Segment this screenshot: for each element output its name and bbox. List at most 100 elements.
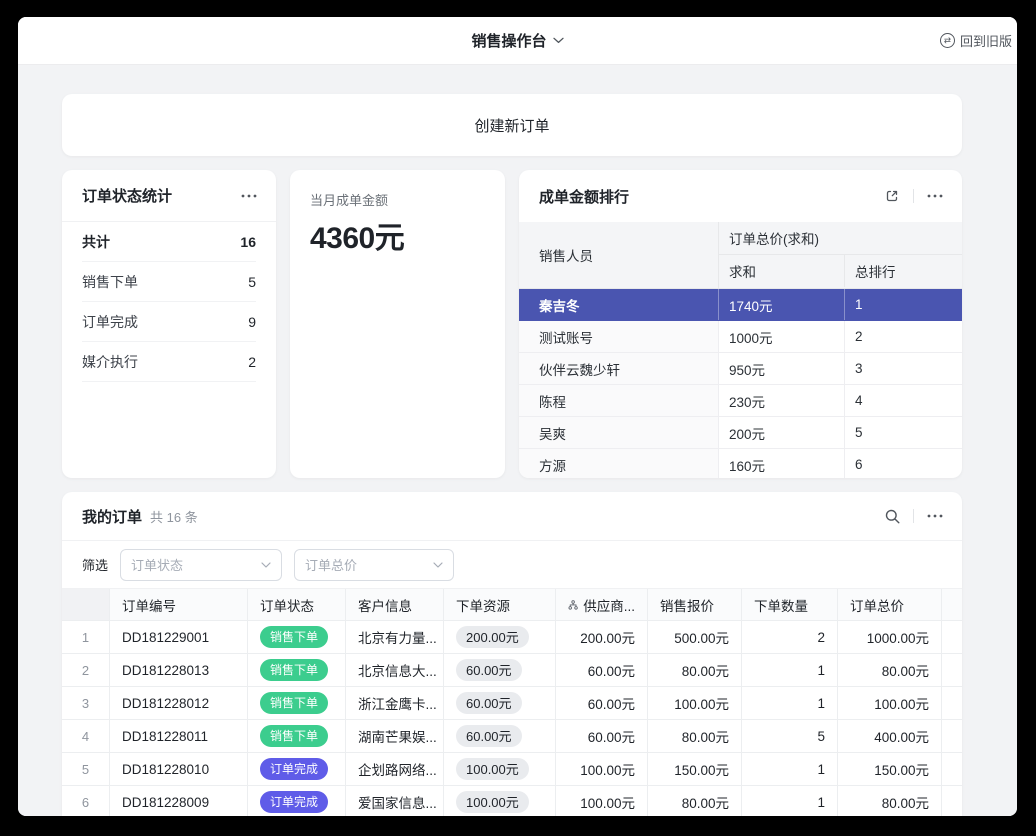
open-in-new-icon [884,188,900,204]
resource-pill: 60.00元 [456,692,522,714]
order-number: DD181228013 [110,654,248,686]
rank-row[interactable]: 测试账号1000元2 [519,321,962,353]
ranking-col-rank: 总排行 [845,255,962,287]
status-pill: 销售下单 [260,692,328,714]
order-row[interactable]: 1DD181229001销售下单北京有力量...200.00元200.00元50… [62,621,962,654]
status-row[interactable]: 订单完成9 [82,302,256,342]
order-index: 5 [62,753,110,785]
ranking-table: 销售人员 订单总价(求和) 求和 总排行 秦吉冬1740元1测试账号1000元2… [519,222,962,478]
ranking-table-header: 销售人员 订单总价(求和) 求和 总排行 [519,222,962,289]
resource-pill: 200.00元 [456,626,529,648]
order-row[interactable]: 5DD181228010订单完成企划路网络...100.00元100.00元15… [62,753,962,786]
status-pill: 订单完成 [260,758,328,780]
order-row[interactable]: 4DD181228011销售下单湖南芒果娱...60.00元60.00元80.0… [62,720,962,753]
order-status: 销售下单 [248,654,346,686]
order-customer: 北京信息大... [346,654,444,686]
chevron-down-icon [261,562,271,568]
order-row[interactable]: 3DD181228012销售下单浙江金鹰卡...60.00元60.00元100.… [62,687,962,720]
order-filler [942,654,962,686]
status-row[interactable]: 共计16 [82,222,256,262]
my-orders-card: 我的订单 共 16 条 筛选 订单状态 [62,492,962,816]
amount-label: 当月成单金额 [310,190,485,209]
order-quote: 80.00元 [648,720,742,752]
more-dots-icon [927,514,943,518]
order-index: 1 [62,621,110,653]
status-card-more-button[interactable] [238,185,260,207]
col-filler [942,589,962,620]
workspace-switcher[interactable]: 销售操作台 [471,30,563,51]
status-row[interactable]: 媒介执行2 [82,342,256,382]
order-status-filter-select[interactable]: 订单状态 [120,549,282,581]
orders-more-button[interactable] [924,505,946,527]
orders-count: 共 16 条 [150,507,198,526]
status-pill: 销售下单 [260,659,328,681]
ranking-col-sum: 求和 [719,255,845,287]
col-order-status: 订单状态 [248,589,346,620]
order-total: 80.00元 [838,786,942,816]
order-resource: 60.00元 [444,654,556,686]
orders-card-title: 我的订单 [82,506,142,527]
back-to-old-version-link[interactable]: ⇄ 回到旧版 [940,17,1012,64]
order-row[interactable]: 6DD181228009订单完成爱国家信息...100.00元100.00元80… [62,786,962,816]
rank-sum: 160元 [719,449,845,478]
create-order-button[interactable]: 创建新订单 [62,94,962,156]
resource-pill: 100.00元 [456,758,529,780]
rank-row[interactable]: 陈程230元4 [519,385,962,417]
ranking-card-title: 成单金额排行 [539,186,629,207]
rank-row[interactable]: 吴爽200元5 [519,417,962,449]
rank-name: 陈程 [519,385,719,416]
order-resource: 200.00元 [444,621,556,653]
order-row[interactable]: 2DD181228013销售下单北京信息大...60.00元60.00元80.0… [62,654,962,687]
order-customer: 北京有力量... [346,621,444,653]
rank-position: 5 [845,417,962,448]
sitemap-icon [568,599,578,611]
rank-row[interactable]: 秦吉冬1740元1 [519,289,962,321]
order-number: DD181228010 [110,753,248,785]
rank-sum: 230元 [719,385,845,416]
order-supplier: 100.00元 [556,786,648,816]
status-row[interactable]: 销售下单5 [82,262,256,302]
status-row-label: 共计 [82,232,110,252]
order-quote: 500.00元 [648,621,742,653]
order-index: 6 [62,786,110,816]
monthly-amount-card: 当月成单金额 4360元 [290,170,505,478]
order-index: 3 [62,687,110,719]
app-window: 销售操作台 ⇄ 回到旧版 创建新订单 订单状态统计 共计 [18,17,1017,816]
ranking-export-button[interactable] [881,185,903,207]
chevron-down-icon [553,37,564,44]
rank-row[interactable]: 方源160元6 [519,449,962,478]
rank-name: 伙伴云魏少轩 [519,353,719,384]
resource-pill: 60.00元 [456,659,522,681]
order-number: DD181228012 [110,687,248,719]
order-quote: 100.00元 [648,687,742,719]
rank-row[interactable]: 伙伴云魏少轩950元3 [519,353,962,385]
rank-sum: 950元 [719,353,845,384]
order-resource: 60.00元 [444,720,556,752]
order-total: 80.00元 [838,654,942,686]
col-order-qty: 下单数量 [742,589,838,620]
order-total: 150.00元 [838,753,942,785]
rank-sum: 1740元 [719,289,845,320]
order-qty: 1 [742,753,838,785]
orders-search-button[interactable] [881,505,903,527]
select-placeholder: 订单总价 [305,555,357,574]
order-number: DD181228011 [110,720,248,752]
chevron-down-icon [433,562,443,568]
status-pill: 销售下单 [260,626,328,648]
status-row-label: 销售下单 [82,272,138,292]
back-link-label: 回到旧版 [960,31,1012,50]
col-supplier: 供应商... [556,589,648,620]
order-resource: 100.00元 [444,786,556,816]
order-status: 订单完成 [248,786,346,816]
order-quote: 80.00元 [648,786,742,816]
order-total-filter-select[interactable]: 订单总价 [294,549,454,581]
resource-pill: 100.00元 [456,791,529,813]
order-supplier: 100.00元 [556,753,648,785]
order-customer: 爱国家信息... [346,786,444,816]
page-title: 销售操作台 [471,30,546,51]
resource-pill: 60.00元 [456,725,522,747]
select-placeholder: 订单状态 [131,555,183,574]
amount-ranking-card: 成单金额排行 销售人员 [519,170,962,478]
ranking-more-button[interactable] [924,185,946,207]
col-order-number: 订单编号 [110,589,248,620]
